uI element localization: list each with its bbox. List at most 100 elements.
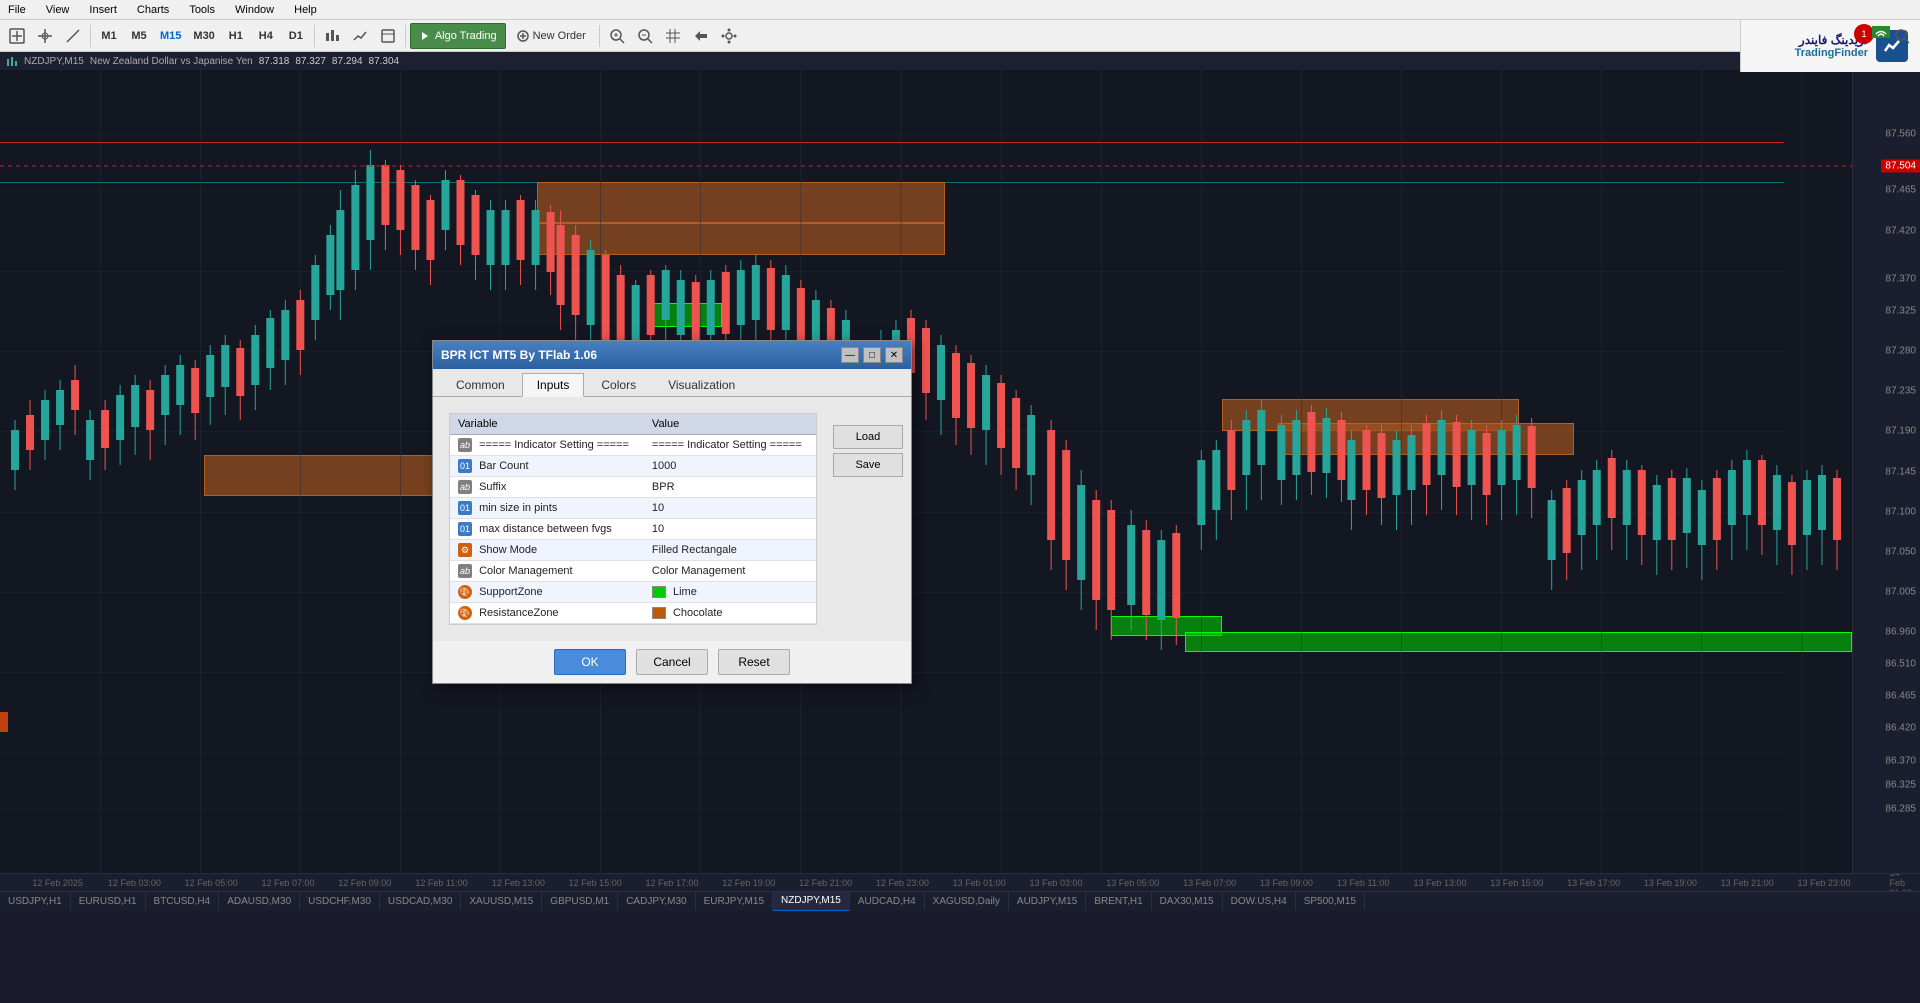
algo-label: Algo Trading xyxy=(435,30,497,42)
tab-usdchf-m30[interactable]: USDCHF,M30 xyxy=(300,892,380,912)
zoom-out-btn[interactable] xyxy=(632,23,658,49)
menu-item-charts[interactable]: Charts xyxy=(133,4,173,16)
table-cell-showmode[interactable]: Filled Rectangale xyxy=(644,540,816,561)
tab-usdcad-m30[interactable]: USDCAD,M30 xyxy=(380,892,461,912)
auto-scroll-btn[interactable] xyxy=(688,23,714,49)
price-87145: 87.145 xyxy=(1885,466,1916,477)
new-chart-btn[interactable] xyxy=(4,23,30,49)
menu-item-view[interactable]: View xyxy=(42,4,74,16)
modal-minimize-btn[interactable]: — xyxy=(841,347,859,363)
modal-title-bar[interactable]: BPR ICT MT5 By TFlab 1.06 — □ ✕ xyxy=(433,341,911,369)
price-86465: 86.465 xyxy=(1885,691,1916,702)
grid-btn[interactable] xyxy=(660,23,686,49)
tf-m30[interactable]: M30 xyxy=(188,25,219,47)
tab-gbpusd-m1[interactable]: GBPUSD,M1 xyxy=(542,892,618,912)
chart-type-btn[interactable] xyxy=(319,23,345,49)
tab-nzdjpy-m15[interactable]: NZDJPY,M15 xyxy=(773,892,850,912)
tab-cadjpy-m30[interactable]: CADJPY,M30 xyxy=(618,892,695,912)
tab-audjpy-m15[interactable]: AUDJPY,M15 xyxy=(1009,892,1086,912)
chart-icon xyxy=(6,55,18,67)
time-label-8: 12 Feb 17:00 xyxy=(645,878,698,888)
tab-sp500-m15[interactable]: SP500,M15 xyxy=(1296,892,1365,912)
tab-xauusd-m15[interactable]: XAUUSD,M15 xyxy=(461,892,542,912)
properties-btn[interactable] xyxy=(716,23,742,49)
menu-item-file[interactable]: File xyxy=(4,4,30,16)
tab-audcad-h4[interactable]: AUDCAD,H4 xyxy=(850,892,925,912)
time-label-0: 12 Feb 2025 xyxy=(32,878,83,888)
tf-m1[interactable]: M1 xyxy=(95,25,123,47)
price-87370: 87.370 xyxy=(1885,273,1916,284)
save-button[interactable]: Save xyxy=(833,453,903,477)
separator-4 xyxy=(599,25,600,47)
tab-usdjpy-h1[interactable]: USDJPY,H1 xyxy=(0,892,71,912)
tf-h4[interactable]: H4 xyxy=(252,25,280,47)
ok-button[interactable]: OK xyxy=(554,649,626,675)
table-cell-minsize[interactable]: 10 xyxy=(644,498,816,519)
tab-eurjpy-m15[interactable]: EURJPY,M15 xyxy=(696,892,773,912)
table-cell-resistancezone[interactable]: Chocolate xyxy=(644,603,816,624)
chart-price-3: 87.294 xyxy=(332,56,363,67)
menu-item-tools[interactable]: Tools xyxy=(185,4,219,16)
modal-close-btn[interactable]: ✕ xyxy=(885,347,903,363)
bottom-tabs: USDJPY,H1 EURUSD,H1 BTCUSD,H4 ADAUSD,M30… xyxy=(0,891,1920,911)
algo-trading-btn[interactable]: Algo Trading xyxy=(410,23,506,49)
table-cell-barcount[interactable]: 1000 xyxy=(644,456,816,477)
time-label-14: 13 Feb 05:00 xyxy=(1106,878,1159,888)
table-row: 🎨 ResistanceZone Chocolate xyxy=(450,603,816,624)
chart-info-bar: NZDJPY,M15 New Zealand Dollar vs Japanis… xyxy=(0,52,1920,70)
tf-m5[interactable]: M5 xyxy=(125,25,153,47)
new-order-btn[interactable]: New Order xyxy=(508,23,595,49)
candles-area[interactable] xyxy=(0,70,1852,873)
price-87465: 87.465 xyxy=(1885,185,1916,196)
menu-item-insert[interactable]: Insert xyxy=(85,4,121,16)
logo-english: TradingFinder xyxy=(1795,47,1868,59)
table-row: 01 min size in pints 10 xyxy=(450,498,816,519)
table-cell-colormgmt: Color Management xyxy=(644,561,816,582)
table-cell-maxdist[interactable]: 10 xyxy=(644,519,816,540)
tf-h1[interactable]: H1 xyxy=(222,25,250,47)
menu-item-help[interactable]: Help xyxy=(290,4,321,16)
table-row: 🎨 SupportZone Lime xyxy=(450,582,816,603)
reset-button[interactable]: Reset xyxy=(718,649,790,675)
tab-common[interactable]: Common xyxy=(441,373,520,396)
new-order-label: New Order xyxy=(533,30,586,42)
tf-m15[interactable]: M15 xyxy=(155,25,186,47)
notification-badge[interactable]: 1 xyxy=(1854,24,1874,44)
tab-adausd-m30[interactable]: ADAUSD,M30 xyxy=(219,892,300,912)
crosshair-btn[interactable] xyxy=(32,23,58,49)
tf-d1[interactable]: D1 xyxy=(282,25,310,47)
tab-brent-h1[interactable]: BRENT,H1 xyxy=(1086,892,1151,912)
time-label-13: 13 Feb 03:00 xyxy=(1029,878,1082,888)
search-icon[interactable] xyxy=(1894,28,1910,47)
load-save-buttons: Load Save xyxy=(833,405,903,633)
tab-eurusd-h1[interactable]: EURUSD,H1 xyxy=(71,892,146,912)
time-label-19: 13 Feb 15:00 xyxy=(1490,878,1543,888)
modal-maximize-btn[interactable]: □ xyxy=(863,347,881,363)
price-86960: 86.960 xyxy=(1885,627,1916,638)
time-label-6: 12 Feb 13:00 xyxy=(492,878,545,888)
load-button[interactable]: Load xyxy=(833,425,903,449)
table-cell-supportzone[interactable]: Lime xyxy=(644,582,816,603)
table-row: 01 Bar Count 1000 xyxy=(450,456,816,477)
tab-colors[interactable]: Colors xyxy=(586,373,651,396)
modal-controls: — □ ✕ xyxy=(841,347,903,363)
time-label-3: 12 Feb 07:00 xyxy=(261,878,314,888)
table-cell-suffix[interactable]: BPR xyxy=(644,477,816,498)
menu-item-window[interactable]: Window xyxy=(231,4,278,16)
table-cell-var: 01 min size in pints xyxy=(450,498,644,519)
tab-xagusd-daily[interactable]: XAGUSD,Daily xyxy=(925,892,1009,912)
zoom-in-btn[interactable] xyxy=(604,23,630,49)
table-row: ab ===== Indicator Setting ===== ===== I… xyxy=(450,435,816,456)
modal-body: Variable Value ab ===== Indicator Settin… xyxy=(433,397,911,641)
tab-btcusd-h4[interactable]: BTCUSD,H4 xyxy=(146,892,220,912)
indicators-btn[interactable] xyxy=(347,23,373,49)
tab-dow-us-h4[interactable]: DOW.US,H4 xyxy=(1223,892,1296,912)
line-tool-btn[interactable] xyxy=(60,23,86,49)
chart-container[interactable]: 87.560 87.504 87.465 87.420 87.370 87.32… xyxy=(0,70,1920,873)
tab-inputs[interactable]: Inputs xyxy=(522,373,585,397)
cancel-button[interactable]: Cancel xyxy=(636,649,708,675)
tab-dax30-m15[interactable]: DAX30,M15 xyxy=(1152,892,1223,912)
templates-btn[interactable] xyxy=(375,23,401,49)
table-cell-var: ⚙ Show Mode xyxy=(450,540,644,561)
tab-visualization[interactable]: Visualization xyxy=(653,373,750,396)
